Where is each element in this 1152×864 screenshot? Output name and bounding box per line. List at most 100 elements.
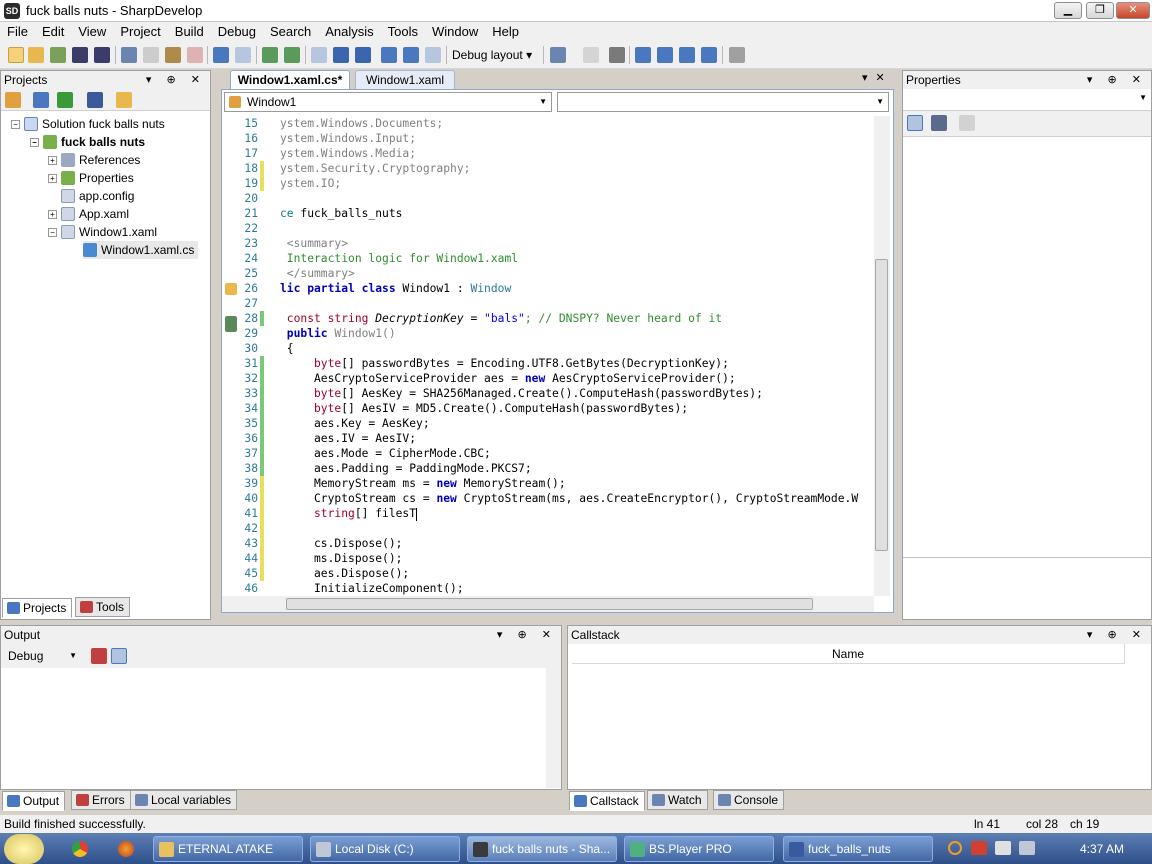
network-icon[interactable]	[995, 841, 1011, 855]
property-pages-icon[interactable]	[959, 115, 975, 131]
menu-view[interactable]: View	[71, 22, 113, 42]
tree-app-config[interactable]: app.config	[61, 187, 134, 205]
step-into-icon[interactable]	[403, 47, 419, 63]
menu-analysis[interactable]: Analysis	[318, 22, 380, 42]
taskbar-item-eternal-atake[interactable]: ETERNAL ATAKE	[153, 836, 303, 862]
taskbar-item-local-disk[interactable]: Local Disk (C:)	[310, 836, 460, 862]
taskbar-item-sharpdevelop[interactable]: fuck balls nuts - Sha...	[467, 836, 617, 862]
properties-object-combo[interactable]: ▼	[903, 89, 1151, 111]
volume-icon[interactable]	[1019, 841, 1035, 855]
menu-build[interactable]: Build	[168, 22, 211, 42]
minimize-button[interactable]: ▁	[1054, 2, 1082, 19]
output-source-select[interactable]: Debug ▼	[5, 647, 79, 665]
find-icon[interactable]	[657, 47, 673, 63]
tab-console[interactable]: Console	[713, 790, 785, 810]
class-combo[interactable]: Window1 ▼	[224, 92, 552, 112]
panel-buttons[interactable]: ▾ ⊕ ✕	[146, 71, 206, 89]
tab-watch[interactable]: Watch	[647, 790, 708, 810]
run-icon[interactable]	[311, 47, 327, 63]
tray-alert-icon[interactable]	[971, 841, 987, 855]
firefox-icon[interactable]	[118, 841, 134, 857]
sort-alphabetical-icon[interactable]	[931, 115, 947, 131]
taskbar-item-project-folder[interactable]: fuck_balls_nuts	[783, 836, 933, 862]
save-icon[interactable]	[72, 47, 88, 63]
callstack-name-column[interactable]: Name	[572, 644, 1125, 664]
tree-window1-xaml[interactable]: − Window1.xaml	[48, 223, 157, 241]
start-button[interactable]	[4, 834, 44, 864]
undo-icon[interactable]	[213, 47, 229, 63]
tab-projects-label: Projects	[23, 601, 67, 615]
menu-tools[interactable]: Tools	[381, 22, 425, 42]
indent-icon[interactable]	[609, 47, 625, 63]
menu-project[interactable]: Project	[113, 22, 167, 42]
collapse-all-icon[interactable]	[87, 92, 103, 108]
chrome-icon[interactable]	[72, 841, 88, 857]
delete-icon[interactable]	[187, 47, 203, 63]
tree-project[interactable]: − fuck balls nuts	[30, 133, 145, 151]
tab-callstack[interactable]: Callstack	[569, 791, 645, 811]
scrollbar-thumb[interactable]	[875, 259, 888, 551]
tree-references[interactable]: + References	[48, 151, 140, 169]
show-all-files-icon[interactable]	[33, 92, 49, 108]
refresh-icon[interactable]	[57, 92, 73, 108]
tab-window1-xaml[interactable]: Window1.xaml	[355, 70, 455, 89]
cut-icon[interactable]	[121, 47, 137, 63]
tab-errors[interactable]: Errors	[71, 790, 131, 810]
menu-help[interactable]: Help	[485, 22, 526, 42]
editor-window-buttons[interactable]: ▾✕	[862, 71, 893, 84]
tab-output[interactable]: Output	[2, 791, 66, 811]
stop-icon[interactable]	[355, 47, 371, 63]
taskbar-item-bsplayer[interactable]: BS.Player PRO	[624, 836, 774, 862]
tree-properties[interactable]: + Properties	[48, 169, 134, 187]
copy-icon[interactable]	[143, 47, 159, 63]
new-project-icon[interactable]	[50, 47, 66, 63]
layout-selector[interactable]: Debug layout ▾	[452, 48, 532, 62]
tab-projects[interactable]: Projects	[2, 598, 73, 618]
word-wrap-icon[interactable]	[111, 648, 127, 664]
search-tray-icon[interactable]	[948, 841, 962, 855]
editor-vertical-scrollbar[interactable]	[874, 116, 890, 596]
categorized-icon[interactable]	[907, 115, 923, 131]
tree-app-xaml[interactable]: + App.xaml	[48, 205, 129, 223]
tree-solution[interactable]: − Solution fuck balls nuts	[11, 115, 165, 133]
taskbar-clock[interactable]: 4:37 AM	[1080, 842, 1124, 856]
panel-buttons[interactable]: ▾ ⊕ ✕	[1087, 626, 1147, 644]
redo-icon[interactable]	[235, 47, 251, 63]
step-over-icon[interactable]	[381, 47, 397, 63]
code-area[interactable]: 15 ystem.Windows.Documents; 16 ystem.Windo…	[222, 116, 872, 596]
rebuild-solution-icon[interactable]	[284, 47, 300, 63]
open-file-icon[interactable]	[28, 47, 44, 63]
build-solution-icon[interactable]	[262, 47, 278, 63]
replace-icon[interactable]	[701, 47, 717, 63]
member-combo[interactable]: ▼	[557, 92, 889, 112]
bookmark-icon[interactable]	[550, 47, 566, 63]
menu-window[interactable]: Window	[425, 22, 485, 42]
close-button[interactable]: ✕	[1116, 2, 1150, 19]
panel-buttons[interactable]: ▾ ⊕ ✕	[1087, 71, 1147, 89]
menu-edit[interactable]: Edit	[35, 22, 71, 42]
editor-horizontal-scrollbar[interactable]	[222, 596, 874, 612]
maximize-button[interactable]: ❐	[1086, 2, 1114, 19]
bookmark-prev-icon[interactable]	[583, 47, 599, 63]
open-folder-icon[interactable]	[116, 92, 132, 108]
tab-tools[interactable]: Tools	[75, 597, 131, 617]
new-file-icon[interactable]	[8, 47, 24, 63]
project-properties-icon[interactable]	[5, 92, 21, 108]
pause-icon[interactable]	[333, 47, 349, 63]
tree-window1-xaml-cs[interactable]: Window1.xaml.cs	[83, 241, 199, 259]
panel-buttons[interactable]: ▾ ⊕ ✕	[497, 626, 557, 644]
find-next-icon[interactable]	[679, 47, 695, 63]
paste-icon[interactable]	[165, 47, 181, 63]
output-scrollbar[interactable]	[546, 668, 561, 788]
save-all-icon[interactable]	[94, 47, 110, 63]
tab-window1-xaml-cs[interactable]: Window1.xaml.cs*	[230, 70, 350, 89]
tab-local-variables[interactable]: Local variables	[130, 790, 238, 810]
search-icon[interactable]	[729, 47, 745, 63]
toggle-comment-icon[interactable]	[635, 47, 651, 63]
menu-search[interactable]: Search	[263, 22, 318, 42]
scrollbar-thumb[interactable]	[286, 598, 813, 610]
step-out-icon[interactable]	[425, 47, 441, 63]
clear-output-icon[interactable]	[91, 648, 107, 664]
menu-debug[interactable]: Debug	[211, 22, 263, 42]
menu-file[interactable]: File	[0, 22, 35, 42]
